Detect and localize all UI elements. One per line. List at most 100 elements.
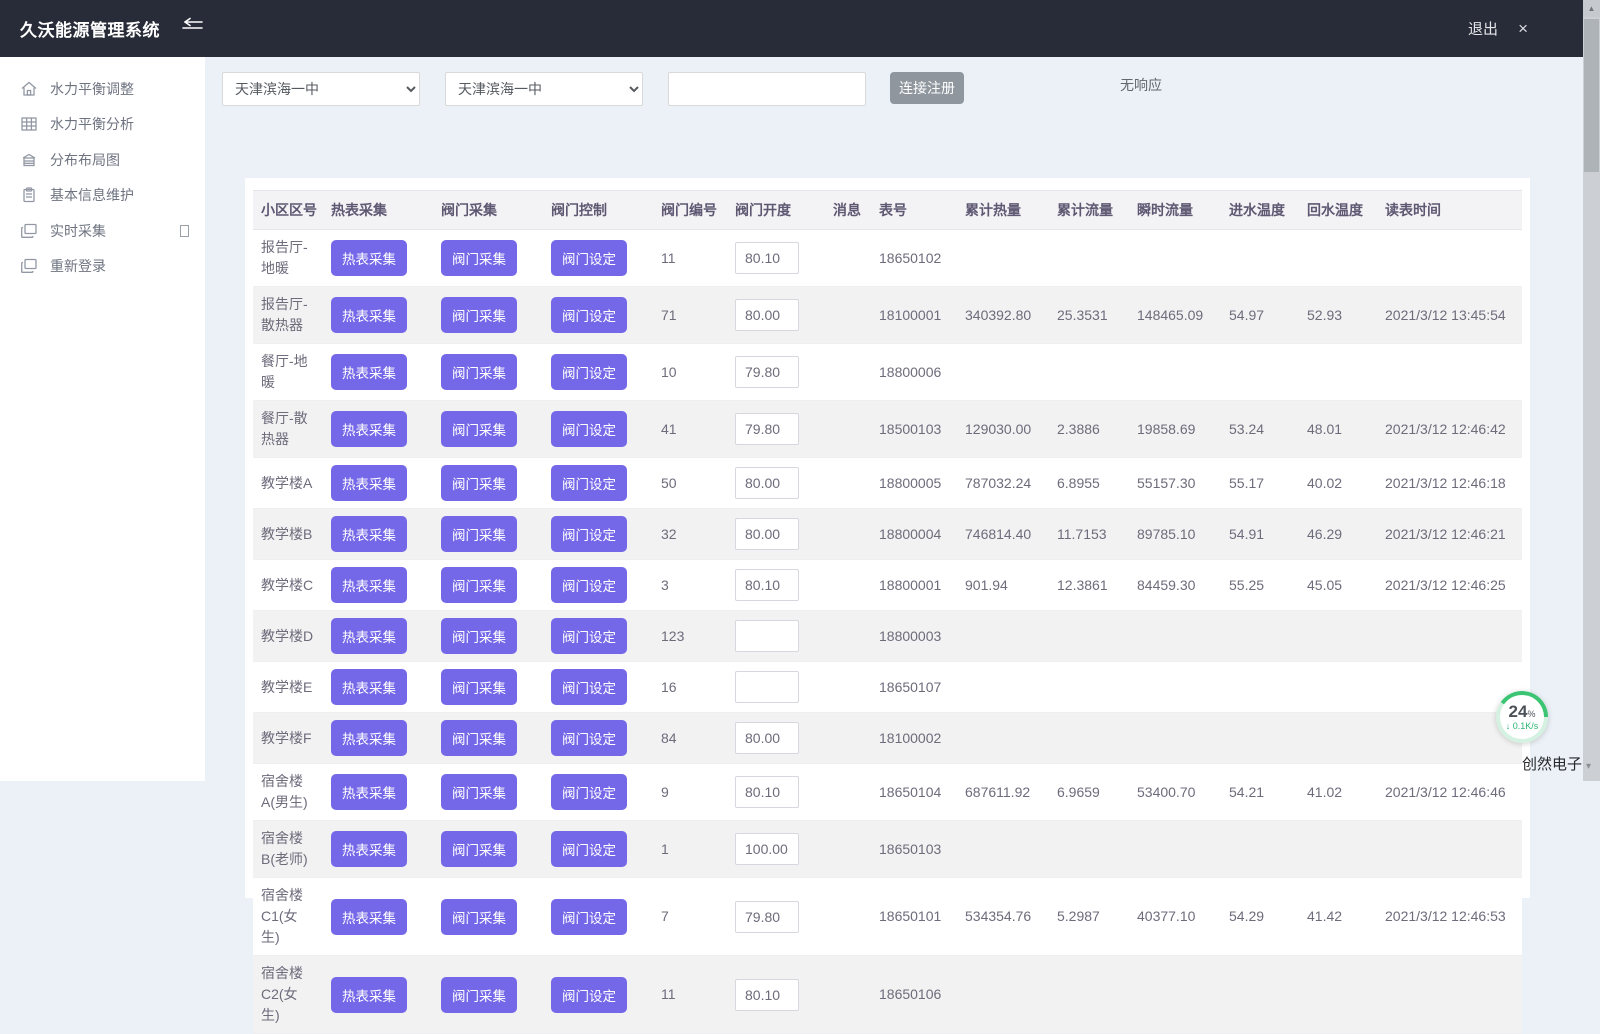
read-time: 2021/3/12 12:46:42 (1377, 401, 1522, 458)
toolbar-text-input[interactable] (668, 72, 866, 106)
valve-collect-button[interactable]: 阀门采集 (441, 240, 517, 276)
heat-collect-button[interactable]: 热表采集 (331, 720, 407, 756)
return-temperature (1299, 611, 1377, 662)
valve-set-button[interactable]: 阀门设定 (551, 297, 627, 333)
valve-collect-button[interactable]: 阀门采集 (441, 567, 517, 603)
heat-collect-button[interactable]: 热表采集 (331, 774, 407, 810)
table-body: 报告厅-地暖热表采集阀门采集阀门设定1118650102报告厅-散热器热表采集阀… (253, 230, 1522, 1034)
valve-opening-input[interactable] (735, 569, 799, 601)
sidebar-item-realtime-collect[interactable]: 实时采集 (0, 213, 205, 249)
valve-opening-input[interactable] (735, 671, 799, 703)
heat-collect-button[interactable]: 热表采集 (331, 669, 407, 705)
sidebar-item-layout-map[interactable]: 分布布局图 (0, 142, 205, 178)
valve-set-button[interactable]: 阀门设定 (551, 977, 627, 1013)
sidebar-item-hydraulic-analysis[interactable]: 水力平衡分析 (0, 107, 205, 143)
valve-set-button[interactable]: 阀门设定 (551, 618, 627, 654)
total-heat: 901.94 (957, 560, 1049, 611)
valve-collect-button[interactable]: 阀门采集 (441, 411, 517, 447)
sidebar-collapse-icon[interactable] (178, 17, 204, 40)
meter-number: 18100001 (871, 287, 957, 344)
close-icon[interactable]: × (1518, 19, 1528, 39)
heat-collect-button[interactable]: 热表采集 (331, 297, 407, 333)
valve-number: 3 (653, 560, 727, 611)
heat-collect-button[interactable]: 热表采集 (331, 240, 407, 276)
valve-set-button[interactable]: 阀门设定 (551, 567, 627, 603)
station-select-2[interactable]: 天津滨海一中 (445, 72, 643, 106)
valve-opening-input[interactable] (735, 242, 799, 274)
station-select-1[interactable]: 天津滨海一中 (222, 72, 420, 106)
valve-opening-input[interactable] (735, 518, 799, 550)
valve-opening-input[interactable] (735, 467, 799, 499)
read-time: 2021/3/12 13:45:54 (1377, 287, 1522, 344)
valve-collect-button[interactable]: 阀门采集 (441, 977, 517, 1013)
valve-set-button[interactable]: 阀门设定 (551, 516, 627, 552)
valve-collect-button[interactable]: 阀门采集 (441, 669, 517, 705)
valve-collect-button[interactable]: 阀门采集 (441, 831, 517, 867)
heat-collect-button[interactable]: 热表采集 (331, 618, 407, 654)
valve-opening-cell (727, 956, 825, 1034)
valve-opening-input[interactable] (735, 979, 799, 1011)
sidebar-item-relogin[interactable]: 重新登录 (0, 249, 205, 285)
meter-number: 18800003 (871, 611, 957, 662)
instant-flow (1129, 611, 1221, 662)
total-flow: 25.3531 (1049, 287, 1129, 344)
vertical-scrollbar[interactable]: ▲ (1583, 0, 1600, 781)
valve-collect-button[interactable]: 阀门采集 (441, 465, 517, 501)
district-name: 教学楼F (253, 713, 323, 764)
valve-set-button[interactable]: 阀门设定 (551, 669, 627, 705)
heat-collect-cell: 热表采集 (323, 344, 433, 401)
valve-opening-input[interactable] (735, 901, 799, 933)
valve-set-button[interactable]: 阀门设定 (551, 465, 627, 501)
valve-opening-input[interactable] (735, 413, 799, 445)
valve-set-cell: 阀门设定 (543, 230, 653, 287)
scrollbar-thumb[interactable] (1584, 19, 1599, 172)
window-icon (20, 257, 38, 275)
connect-register-button[interactable]: 连接注册 (890, 72, 964, 104)
valve-number: 10 (653, 344, 727, 401)
heat-collect-button[interactable]: 热表采集 (331, 354, 407, 390)
valve-opening-input[interactable] (735, 299, 799, 331)
scroll-up-arrow-icon[interactable]: ▲ (1583, 0, 1600, 17)
valve-set-button[interactable]: 阀门设定 (551, 240, 627, 276)
download-progress-widget[interactable]: 24% ↓ 0.1K/s (1496, 691, 1548, 743)
valve-set-button[interactable]: 阀门设定 (551, 720, 627, 756)
heat-collect-button[interactable]: 热表采集 (331, 567, 407, 603)
valve-collect-button[interactable]: 阀门采集 (441, 354, 517, 390)
logout-button[interactable]: 退出 (1468, 18, 1498, 39)
heat-collect-button[interactable]: 热表采集 (331, 465, 407, 501)
valve-opening-input[interactable] (735, 722, 799, 754)
district-name: 教学楼B (253, 509, 323, 560)
valve-collect-cell: 阀门采集 (433, 662, 543, 713)
total-heat (957, 662, 1049, 713)
valve-collect-button[interactable]: 阀门采集 (441, 618, 517, 654)
heat-collect-button[interactable]: 热表采集 (331, 516, 407, 552)
valve-collect-button[interactable]: 阀门采集 (441, 720, 517, 756)
sidebar-item-hydraulic-adjust[interactable]: 水力平衡调整 (0, 71, 205, 107)
inlet-temperature: 54.91 (1221, 509, 1299, 560)
valve-set-button[interactable]: 阀门设定 (551, 899, 627, 935)
valve-collect-button[interactable]: 阀门采集 (441, 297, 517, 333)
table-row: 教学楼F热表采集阀门采集阀门设定8418100002 (253, 713, 1522, 764)
heat-collect-button[interactable]: 热表采集 (331, 977, 407, 1013)
sidebar-item-label: 基本信息维护 (50, 185, 134, 205)
sidebar-item-basic-info[interactable]: 基本信息维护 (0, 178, 205, 214)
valve-collect-button[interactable]: 阀门采集 (441, 899, 517, 935)
heat-collect-button[interactable]: 热表采集 (331, 831, 407, 867)
valve-set-button[interactable]: 阀门设定 (551, 411, 627, 447)
heat-collect-cell: 热表采集 (323, 821, 433, 878)
total-flow (1049, 956, 1129, 1034)
valve-set-button[interactable]: 阀门设定 (551, 831, 627, 867)
message-cell (825, 560, 871, 611)
valve-collect-button[interactable]: 阀门采集 (441, 774, 517, 810)
valve-opening-input[interactable] (735, 833, 799, 865)
heat-collect-button[interactable]: 热表采集 (331, 899, 407, 935)
total-flow: 2.3886 (1049, 401, 1129, 458)
valve-opening-input[interactable] (735, 356, 799, 388)
heat-collect-button[interactable]: 热表采集 (331, 411, 407, 447)
valve-opening-input[interactable] (735, 620, 799, 652)
home-icon (20, 80, 38, 98)
valve-collect-button[interactable]: 阀门采集 (441, 516, 517, 552)
valve-set-button[interactable]: 阀门设定 (551, 354, 627, 390)
valve-set-button[interactable]: 阀门设定 (551, 774, 627, 810)
progress-ring-inner: 24% ↓ 0.1K/s (1500, 695, 1544, 739)
